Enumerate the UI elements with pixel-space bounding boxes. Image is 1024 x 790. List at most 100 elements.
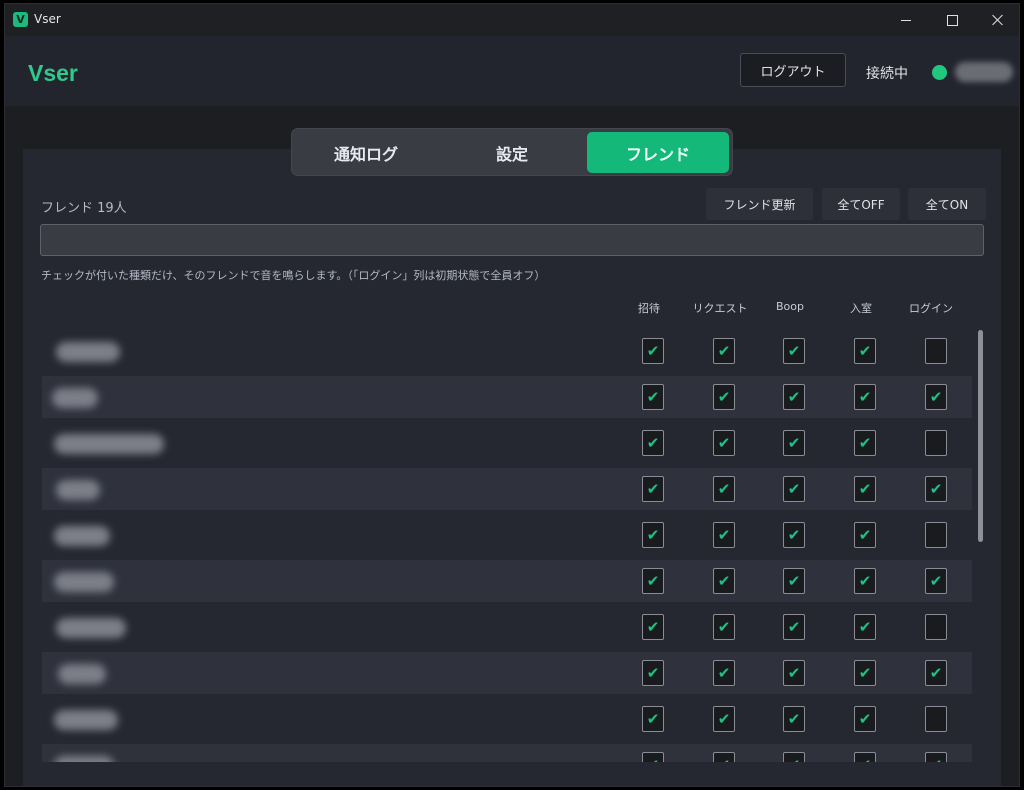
checkbox-invite[interactable]: ✔ [642,430,664,456]
checkbox-login[interactable] [925,338,947,364]
minimize-button[interactable] [883,4,929,36]
checkmark-icon: ✔ [858,710,872,728]
refresh-friends-button[interactable]: フレンド更新 [706,188,813,220]
tab-notification-log[interactable]: 通知ログ [295,132,437,173]
checkmark-icon: ✔ [787,526,801,544]
checkbox-boop[interactable]: ✔ [783,706,805,732]
close-icon [992,14,1004,26]
checkbox-login[interactable] [925,706,947,732]
checkbox-join[interactable]: ✔ [854,430,876,456]
checkbox-join[interactable]: ✔ [854,476,876,502]
username-redacted [955,62,1013,82]
all-off-button[interactable]: 全てOFF [822,188,900,220]
tab-settings[interactable]: 設定 [441,132,583,173]
table-row: ✔ ✔ ✔ ✔ ✔ [42,744,972,762]
checkbox-request[interactable]: ✔ [713,614,735,640]
checkmark-icon: ✔ [787,710,801,728]
checkbox-login[interactable]: ✔ [925,476,947,502]
checkmark-icon: ✔ [646,618,660,636]
checkbox-join[interactable]: ✔ [854,522,876,548]
checkbox-boop[interactable]: ✔ [783,522,805,548]
checkbox-login[interactable] [925,522,947,548]
checkbox-join[interactable]: ✔ [854,568,876,594]
checkbox-invite[interactable]: ✔ [642,338,664,364]
checkbox-boop[interactable]: ✔ [783,660,805,686]
column-header-login: ログイン [909,302,953,315]
checkbox-join[interactable]: ✔ [854,338,876,364]
friend-name-redacted [58,664,106,684]
friend-search-input[interactable] [40,224,984,256]
checkmark-icon: ✔ [646,388,660,406]
checkbox-login[interactable] [925,430,947,456]
minimize-icon [901,19,911,21]
checkbox-boop[interactable]: ✔ [783,384,805,410]
table-row: ✔ ✔ ✔ ✔ [42,514,972,556]
checkmark-icon: ✔ [858,434,872,452]
checkbox-join[interactable]: ✔ [854,614,876,640]
app-header: Vser ログアウト 接続中 [5,36,1019,106]
checkmark-icon: ✔ [717,480,731,498]
checkmark-icon: ✔ [787,388,801,406]
checkbox-boop[interactable]: ✔ [783,430,805,456]
tab-friends[interactable]: フレンド [587,132,729,173]
checkmark-icon: ✔ [717,388,731,406]
checkbox-request[interactable]: ✔ [713,660,735,686]
checkbox-boop[interactable]: ✔ [783,614,805,640]
checkbox-request[interactable]: ✔ [713,384,735,410]
checkbox-request[interactable]: ✔ [713,522,735,548]
friend-name-redacted [54,710,118,730]
checkmark-icon: ✔ [858,664,872,682]
checkbox-join[interactable]: ✔ [854,660,876,686]
checkbox-request[interactable]: ✔ [713,476,735,502]
friend-name-redacted [54,756,114,762]
checkbox-boop[interactable]: ✔ [783,476,805,502]
table-row: ✔ ✔ ✔ ✔ [42,606,972,648]
checkmark-icon: ✔ [646,710,660,728]
checkbox-invite[interactable]: ✔ [642,752,664,762]
checkmark-icon: ✔ [646,526,660,544]
table-row: ✔ ✔ ✔ ✔ ✔ [42,652,972,694]
scrollbar-thumb[interactable] [978,330,983,542]
checkbox-boop[interactable]: ✔ [783,338,805,364]
title-bar[interactable]: V Vser [5,4,1019,36]
friend-name-redacted [56,618,126,638]
checkmark-icon: ✔ [858,618,872,636]
checkbox-request[interactable]: ✔ [713,706,735,732]
friend-name-redacted [54,526,110,546]
checkbox-request[interactable]: ✔ [713,752,735,762]
checkbox-invite[interactable]: ✔ [642,706,664,732]
checkbox-invite[interactable]: ✔ [642,476,664,502]
checkbox-invite[interactable]: ✔ [642,614,664,640]
column-header-join: 入室 [850,302,872,315]
checkbox-invite[interactable]: ✔ [642,660,664,686]
checkbox-invite[interactable]: ✔ [642,522,664,548]
window-title: Vser [34,12,61,26]
checkbox-boop[interactable]: ✔ [783,568,805,594]
checkbox-request[interactable]: ✔ [713,568,735,594]
checkbox-invite[interactable]: ✔ [642,384,664,410]
logout-button[interactable]: ログアウト [740,53,846,87]
checkbox-join[interactable]: ✔ [854,706,876,732]
checkbox-request[interactable]: ✔ [713,338,735,364]
checkbox-join[interactable]: ✔ [854,752,876,762]
checkbox-login[interactable]: ✔ [925,384,947,410]
checkbox-boop[interactable]: ✔ [783,752,805,762]
checkmark-icon: ✔ [787,342,801,360]
checkmark-icon: ✔ [787,664,801,682]
all-on-button[interactable]: 全てON [908,188,986,220]
checkbox-invite[interactable]: ✔ [642,568,664,594]
close-button[interactable] [975,4,1019,36]
checkbox-login[interactable]: ✔ [925,752,947,762]
checkbox-login[interactable]: ✔ [925,568,947,594]
checkbox-login[interactable]: ✔ [925,660,947,686]
checkmark-icon: ✔ [858,342,872,360]
checkbox-request[interactable]: ✔ [713,430,735,456]
checkmark-icon: ✔ [646,480,660,498]
checkmark-icon: ✔ [788,756,801,762]
table-row: ✔ ✔ ✔ ✔ ✔ [42,560,972,602]
checkbox-join[interactable]: ✔ [854,384,876,410]
maximize-button[interactable] [929,4,975,36]
friend-name-redacted [56,342,120,362]
checkbox-login[interactable] [925,614,947,640]
checkmark-icon: ✔ [717,618,731,636]
